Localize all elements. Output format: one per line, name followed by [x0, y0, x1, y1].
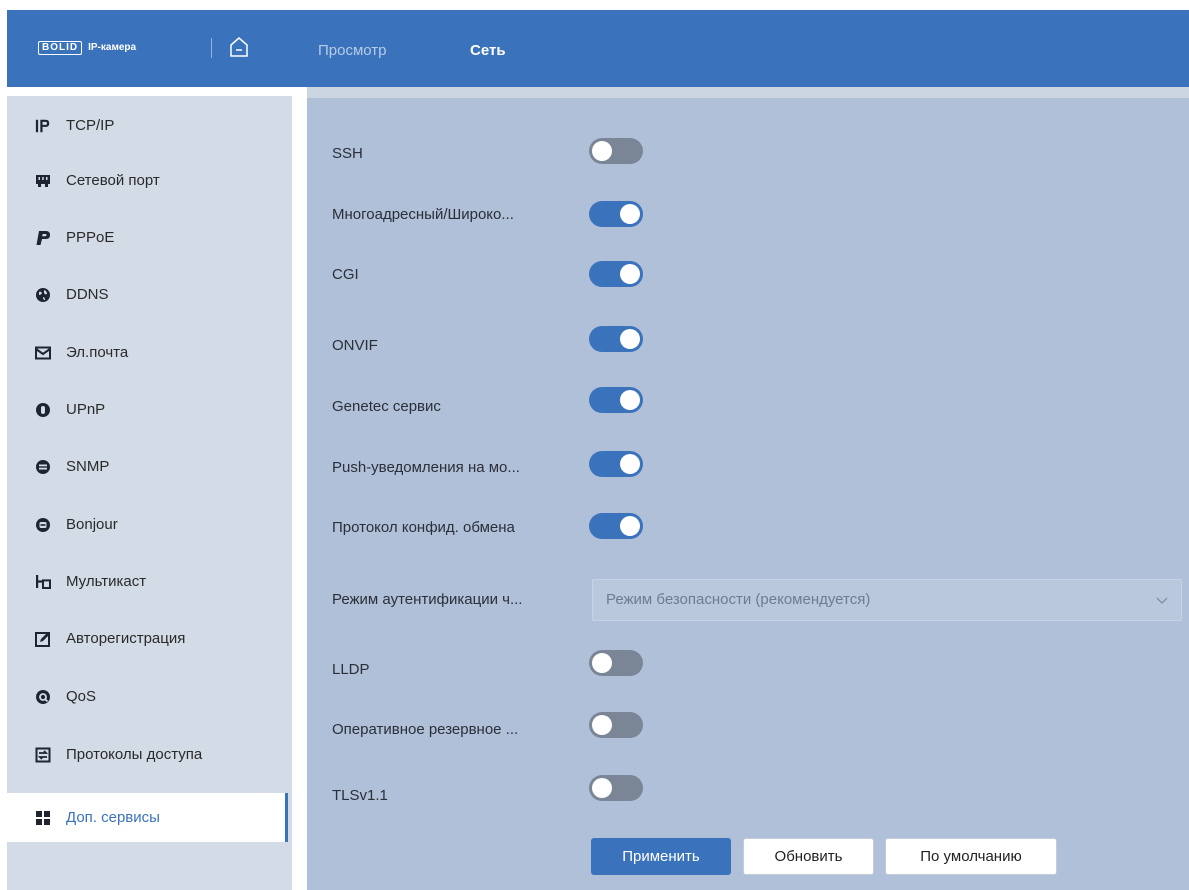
hot-standby-label: Оперативное резервное ... — [332, 721, 519, 738]
chevron-down-icon — [1156, 593, 1168, 605]
sidebar-item-label: Bonjour — [66, 516, 118, 533]
multicast-broadcast-toggle[interactable] — [589, 201, 643, 227]
sidebar-item-label: DDNS — [66, 286, 109, 303]
ssh-toggle[interactable] — [589, 138, 643, 164]
toggle-knob — [592, 653, 612, 673]
upnp-icon — [35, 402, 51, 418]
sidebar-item-label: Мультикаст — [66, 573, 147, 590]
sidebar-item-autoregistration[interactable]: Авторегистрация — [7, 614, 288, 663]
pppoe-icon — [35, 230, 51, 246]
genetec-label: Genetec сервис — [332, 398, 441, 415]
sidebar-item-multicast[interactable]: Мультикаст — [7, 557, 288, 606]
toggle-knob — [592, 778, 612, 798]
grid-icon — [35, 810, 51, 826]
network-port-icon — [35, 173, 51, 189]
toggle-knob — [620, 204, 640, 224]
sidebar: TCP/IP Сетевой порт PPPoE DDNS Эл.почта … — [7, 96, 292, 890]
lldp-label: LLDP — [332, 661, 370, 678]
push-notifications-label: Push-уведомления на мо... — [332, 459, 520, 476]
toggle-knob — [592, 715, 612, 735]
logo-mark: BOLID — [38, 40, 83, 55]
sidebar-item-label: UPnP — [66, 401, 106, 418]
content-top-strip — [307, 87, 1189, 98]
home-icon[interactable] — [229, 36, 249, 58]
toggle-knob — [620, 329, 640, 349]
sidebar-item-label: SNMP — [66, 458, 110, 475]
genetec-toggle[interactable] — [589, 387, 643, 413]
bonjour-icon — [35, 517, 51, 533]
auth-mode-label: Режим аутентификации ч... — [332, 591, 523, 608]
toggle-knob — [620, 516, 640, 536]
private-protocol-toggle[interactable] — [589, 513, 643, 539]
sidebar-item-label: QoS — [66, 688, 97, 705]
tab-network[interactable]: Сеть — [470, 42, 506, 59]
sidebar-item-email[interactable]: Эл.почта — [7, 328, 288, 377]
multicast-icon — [35, 574, 51, 590]
apply-button[interactable]: Применить — [591, 838, 731, 875]
snmp-icon — [35, 459, 51, 475]
toggle-knob — [592, 141, 612, 161]
sidebar-item-access-protocols[interactable]: Протоколы доступа — [7, 730, 288, 779]
ip-icon — [35, 118, 51, 134]
ssh-label: SSH — [332, 145, 363, 162]
globe-icon — [35, 287, 51, 303]
top-bar: BOLID IP-камера Просмотр Сеть — [7, 10, 1189, 87]
tls11-label: TLSv1.1 — [332, 787, 388, 804]
sidebar-item-label: Протоколы доступа — [66, 746, 203, 763]
private-protocol-label: Протокол конфид. обмена — [332, 519, 515, 536]
sidebar-item-qos[interactable]: QoS — [7, 672, 288, 721]
cgi-label: CGI — [332, 266, 359, 283]
access-protocols-icon — [35, 747, 51, 763]
toggle-knob — [620, 454, 640, 474]
header-divider — [211, 38, 212, 58]
multicast-broadcast-label: Многоадресный/Широко... — [332, 206, 514, 223]
sidebar-item-snmp[interactable]: SNMP — [7, 442, 288, 491]
edit-icon — [35, 631, 51, 647]
sidebar-item-label: Эл.почта — [66, 344, 129, 361]
sidebar-item-upnp[interactable]: UPnP — [7, 385, 288, 434]
cgi-toggle[interactable] — [589, 261, 643, 287]
refresh-button[interactable]: Обновить — [743, 838, 874, 875]
hot-standby-toggle[interactable] — [589, 712, 643, 738]
sidebar-item-pppoe[interactable]: PPPoE — [7, 213, 288, 262]
brand-logo: BOLID IP-камера — [38, 38, 136, 57]
sidebar-item-label: Авторегистрация — [66, 630, 186, 647]
auth-mode-select[interactable]: Режим безопасности (рекомендуется) — [592, 579, 1182, 621]
sidebar-item-label: TCP/IP — [66, 117, 115, 134]
sidebar-item-extra-services[interactable]: Доп. сервисы — [7, 793, 288, 842]
toggle-knob — [620, 264, 640, 284]
sidebar-item-label: Сетевой порт — [66, 172, 160, 189]
toggle-knob — [620, 390, 640, 410]
onvif-toggle[interactable] — [589, 326, 643, 352]
sidebar-item-ddns[interactable]: DDNS — [7, 270, 288, 319]
sidebar-item-network-port[interactable]: Сетевой порт — [7, 156, 288, 205]
tls11-toggle[interactable] — [589, 775, 643, 801]
lldp-toggle[interactable] — [589, 650, 643, 676]
tab-view[interactable]: Просмотр — [318, 42, 387, 59]
push-notifications-toggle[interactable] — [589, 451, 643, 477]
default-button[interactable]: По умолчанию — [885, 838, 1057, 875]
sidebar-item-bonjour[interactable]: Bonjour — [7, 500, 288, 549]
sidebar-item-tcpip[interactable]: TCP/IP — [7, 101, 288, 150]
sidebar-item-label: PPPoE — [66, 229, 115, 246]
sidebar-item-label: Доп. сервисы — [66, 809, 160, 826]
qos-icon — [35, 689, 51, 705]
auth-mode-value: Режим безопасности (рекомендуется) — [606, 591, 871, 608]
logo-text: IP-камера — [88, 42, 137, 53]
mail-icon — [35, 345, 51, 361]
onvif-label: ONVIF — [332, 337, 378, 354]
